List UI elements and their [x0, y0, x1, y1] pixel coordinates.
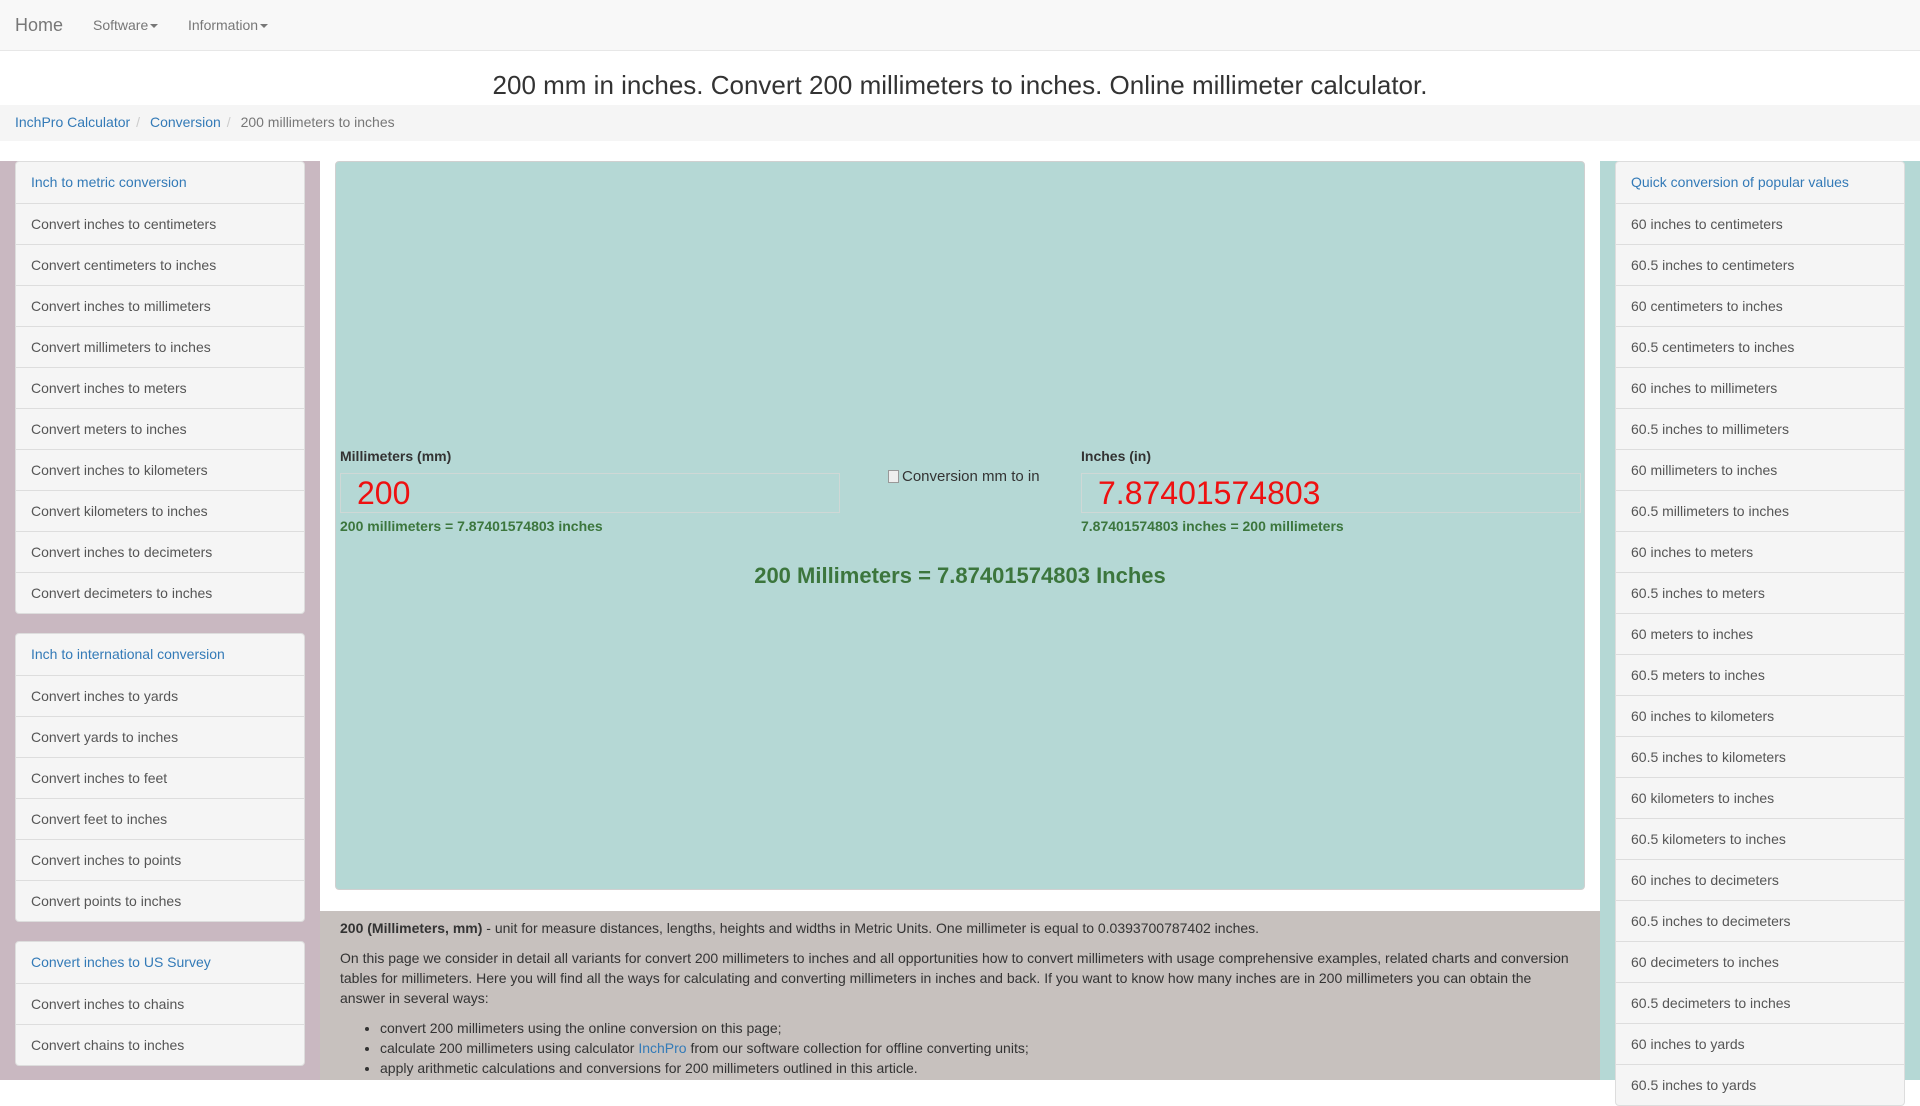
list-item: calculate 200 millimeters using calculat… — [380, 1038, 1580, 1058]
list-item[interactable]: Convert inches to feet — [16, 757, 304, 798]
software-menu-label: Software — [93, 17, 149, 33]
breadcrumb-current: 200 millimeters to inches — [240, 114, 395, 130]
list-item[interactable]: 60 millimeters to inches — [1616, 449, 1904, 490]
article-text: 200 (Millimeters, mm) - unit for measure… — [340, 918, 1580, 1078]
home-link[interactable]: Home — [15, 15, 63, 36]
list-item[interactable]: 60.5 inches to meters — [1616, 572, 1904, 613]
list-header-metric[interactable]: Inch to metric conversion — [16, 162, 304, 203]
list-item[interactable]: 60 inches to meters — [1616, 531, 1904, 572]
article-intro-bold: 200 (Millimeters, mm) — [340, 920, 483, 936]
inchpro-link[interactable]: InchPro — [638, 1040, 686, 1056]
list-item[interactable]: Convert inches to yards — [16, 675, 304, 716]
list-item[interactable]: 60.5 kilometers to inches — [1616, 818, 1904, 859]
list-item: convert 200 millimeters using the online… — [380, 1018, 1580, 1038]
article-bullet-list: convert 200 millimeters using the online… — [340, 1018, 1580, 1078]
list-item[interactable]: 60 inches to decimeters — [1616, 859, 1904, 900]
list-item[interactable]: 60 centimeters to inches — [1616, 285, 1904, 326]
article-intro: 200 (Millimeters, mm) - unit for measure… — [340, 918, 1580, 938]
inches-label: Inches (in) — [1081, 448, 1152, 464]
list-header-international[interactable]: Inch to international conversion — [16, 634, 304, 675]
list-item[interactable]: 60.5 inches to millimeters — [1616, 408, 1904, 449]
list-item[interactable]: Convert inches to decimeters — [16, 531, 304, 572]
list-item[interactable]: 60 kilometers to inches — [1616, 777, 1904, 818]
list-item[interactable]: 60 inches to centimeters — [1616, 203, 1904, 244]
breadcrumb-home-link[interactable]: InchPro Calculator — [15, 114, 130, 130]
list-item[interactable]: Convert kilometers to inches — [16, 490, 304, 531]
list-item[interactable]: Convert inches to kilometers — [16, 449, 304, 490]
inches-input[interactable]: 7.87401574803 — [1081, 473, 1581, 513]
list-item[interactable]: 60.5 meters to inches — [1616, 654, 1904, 695]
millimeters-label: Millimeters (mm) — [340, 448, 452, 464]
list-item[interactable]: Convert inches to meters — [16, 367, 304, 408]
breadcrumb-conversion-link[interactable]: Conversion — [150, 114, 221, 130]
list-item[interactable]: 60 meters to inches — [1616, 613, 1904, 654]
breadcrumb-separator: / — [136, 114, 141, 130]
list-item[interactable]: 60.5 inches to centimeters — [1616, 244, 1904, 285]
breadcrumb: InchPro Calculator / Conversion / 200 mill… — [0, 105, 1920, 141]
list-header-popular[interactable]: Quick conversion of popular values — [1616, 162, 1904, 203]
list-item[interactable]: 60.5 millimeters to inches — [1616, 490, 1904, 531]
conversion-image: Conversion mm to in — [888, 468, 1040, 485]
bullet-text: from our software collection for offline… — [686, 1040, 1029, 1056]
list-item[interactable]: 60 inches to yards — [1616, 1023, 1904, 1064]
popular-values-list: Quick conversion of popular values 60 in… — [1615, 161, 1905, 1106]
list-item[interactable]: Convert points to inches — [16, 880, 304, 921]
list-item[interactable]: Convert feet to inches — [16, 798, 304, 839]
list-item[interactable]: 60.5 decimeters to inches — [1616, 982, 1904, 1023]
broken-image-icon — [888, 470, 899, 483]
software-menu[interactable]: Software — [93, 17, 159, 33]
list-item[interactable]: Convert chains to inches — [16, 1024, 304, 1065]
list-item[interactable]: 60.5 inches to kilometers — [1616, 736, 1904, 777]
list-item[interactable]: Convert yards to inches — [16, 716, 304, 757]
list-item[interactable]: Convert decimeters to inches — [16, 572, 304, 613]
conversion-result: 200 Millimeters = 7.87401574803 Inches — [754, 563, 1166, 588]
list-item[interactable]: Convert millimeters to inches — [16, 326, 304, 367]
list-item[interactable]: Convert inches to points — [16, 839, 304, 880]
article-paragraph: On this page we consider in detail all v… — [340, 950, 1569, 1006]
list-header-us-survey[interactable]: Convert inches to US Survey — [16, 942, 304, 983]
page-title: 200 mm in inches. Convert 200 millimeter… — [492, 70, 1428, 100]
converter-panel: Millimeters (mm) 200 200 millimeters = 7… — [335, 161, 1585, 890]
list-item[interactable]: Convert inches to centimeters — [16, 203, 304, 244]
information-menu[interactable]: Information — [188, 17, 269, 33]
article-intro-rest: - unit for measure distances, lengths, h… — [482, 920, 1260, 936]
inches-hint: 7.87401574803 inches = 200 millimeters — [1081, 518, 1344, 534]
list-item[interactable]: 60 decimeters to inches — [1616, 941, 1904, 982]
list-item: apply arithmetic calculations and conver… — [380, 1058, 1580, 1078]
caret-down-icon — [150, 24, 159, 29]
list-item[interactable]: Convert meters to inches — [16, 408, 304, 449]
list-item[interactable]: 60.5 inches to yards — [1616, 1064, 1904, 1105]
list-item[interactable]: 60.5 inches to decimeters — [1616, 900, 1904, 941]
list-item[interactable]: 60 inches to millimeters — [1616, 367, 1904, 408]
conversion-image-alt: Conversion mm to in — [902, 468, 1040, 485]
top-navbar: Home Software Information — [0, 0, 1920, 51]
list-item[interactable]: Convert centimeters to inches — [16, 244, 304, 285]
information-menu-label: Information — [188, 17, 259, 33]
list-item[interactable]: Convert inches to chains — [16, 983, 304, 1024]
list-item[interactable]: 60.5 centimeters to inches — [1616, 326, 1904, 367]
metric-conversion-list: Inch to metric conversion Convert inches… — [15, 161, 305, 614]
list-item[interactable]: 60 inches to kilometers — [1616, 695, 1904, 736]
bullet-text: calculate 200 millimeters using calculat… — [380, 1040, 639, 1056]
millimeters-input[interactable]: 200 — [340, 473, 840, 513]
list-item[interactable]: Convert inches to millimeters — [16, 285, 304, 326]
us-survey-conversion-list: Convert inches to US Survey Convert inch… — [15, 941, 305, 1066]
international-conversion-list: Inch to international conversion Convert… — [15, 633, 305, 922]
breadcrumb-separator: / — [226, 114, 231, 130]
caret-down-icon — [260, 24, 269, 29]
millimeters-hint: 200 millimeters = 7.87401574803 inches — [340, 518, 603, 534]
